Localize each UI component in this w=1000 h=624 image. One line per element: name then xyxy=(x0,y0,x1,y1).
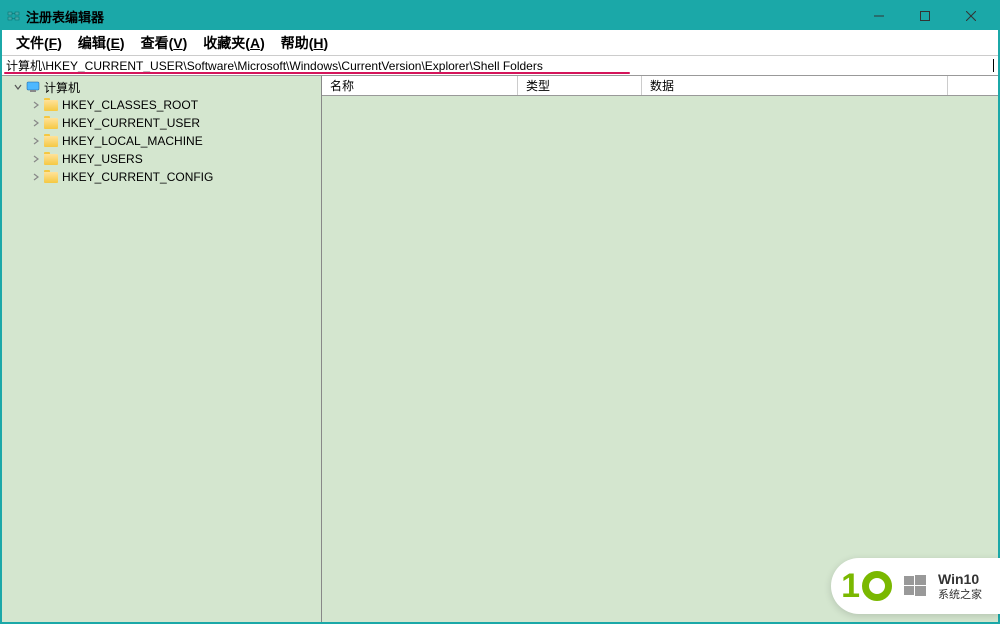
list-panel: 名称 类型 数据 xyxy=(322,76,998,622)
menubar: 文件(F) 编辑(E) 查看(V) 收藏夹(A) 帮助(H) xyxy=(2,30,998,56)
tree-label: HKEY_USERS xyxy=(62,152,143,166)
tree-node-hkcr[interactable]: HKEY_CLASSES_ROOT xyxy=(30,96,321,114)
list-header: 名称 类型 数据 xyxy=(322,76,998,96)
watermark-subtitle: 系统之家 xyxy=(938,588,982,602)
app-icon xyxy=(6,8,22,24)
tree-label: HKEY_CLASSES_ROOT xyxy=(62,98,198,112)
folder-icon xyxy=(44,118,58,129)
tree-node-hku[interactable]: HKEY_USERS xyxy=(30,150,321,168)
highlight-underline xyxy=(4,72,630,74)
watermark: 1 Win10 系统之家 xyxy=(831,558,1000,614)
chevron-right-icon[interactable] xyxy=(30,117,42,129)
tree-label: HKEY_LOCAL_MACHINE xyxy=(62,134,203,148)
titlebar[interactable]: 注册表编辑器 xyxy=(2,2,998,30)
column-name[interactable]: 名称 xyxy=(322,76,518,95)
chevron-right-icon[interactable] xyxy=(30,99,42,111)
tree-node-hklm[interactable]: HKEY_LOCAL_MACHINE xyxy=(30,132,321,150)
maximize-button[interactable] xyxy=(902,2,948,30)
tree-root: 计算机 HKEY_CLASSES_ROOT HKEY_CURRENT_USER xyxy=(2,78,321,186)
watermark-title: Win10 xyxy=(938,570,982,588)
windows-icon xyxy=(902,573,928,599)
minimize-button[interactable] xyxy=(856,2,902,30)
computer-icon xyxy=(26,81,40,93)
watermark-logo: 1 xyxy=(841,567,892,606)
folder-icon xyxy=(44,100,58,111)
logo-one-icon: 1 xyxy=(841,567,860,606)
column-type[interactable]: 类型 xyxy=(518,76,642,95)
menu-favorites[interactable]: 收藏夹(A) xyxy=(195,31,272,55)
watermark-text: Win10 系统之家 xyxy=(938,570,982,602)
window-controls xyxy=(856,2,994,30)
folder-icon xyxy=(44,136,58,147)
menu-file[interactable]: 文件(F) xyxy=(8,31,70,55)
folder-icon xyxy=(44,154,58,165)
tree-node-hkcc[interactable]: HKEY_CURRENT_CONFIG xyxy=(30,168,321,186)
tree-panel[interactable]: 计算机 HKEY_CLASSES_ROOT HKEY_CURRENT_USER xyxy=(2,76,322,622)
tree-label-computer: 计算机 xyxy=(44,79,80,96)
menu-help[interactable]: 帮助(H) xyxy=(273,31,336,55)
chevron-right-icon[interactable] xyxy=(30,153,42,165)
tree-label: HKEY_CURRENT_USER xyxy=(62,116,200,130)
text-cursor xyxy=(993,59,994,72)
content-area: 计算机 HKEY_CLASSES_ROOT HKEY_CURRENT_USER xyxy=(2,76,998,622)
tree-children: HKEY_CLASSES_ROOT HKEY_CURRENT_USER HKEY… xyxy=(12,96,321,186)
window-title: 注册表编辑器 xyxy=(26,7,856,26)
menu-view[interactable]: 查看(V) xyxy=(133,31,196,55)
column-data[interactable]: 数据 xyxy=(642,76,948,95)
address-bar[interactable]: 计算机\HKEY_CURRENT_USER\Software\Microsoft… xyxy=(2,56,998,76)
chevron-right-icon[interactable] xyxy=(30,135,42,147)
folder-icon xyxy=(44,172,58,183)
column-spacer xyxy=(948,76,998,95)
close-button[interactable] xyxy=(948,2,994,30)
tree-node-hkcu[interactable]: HKEY_CURRENT_USER xyxy=(30,114,321,132)
tree-node-computer[interactable]: 计算机 xyxy=(12,78,321,96)
registry-editor-window: 注册表编辑器 文件(F) 编辑(E) 查看(V) 收藏夹(A) 帮助(H) 计算… xyxy=(0,0,1000,624)
menu-edit[interactable]: 编辑(E) xyxy=(70,31,133,55)
tree-label: HKEY_CURRENT_CONFIG xyxy=(62,170,213,184)
logo-zero-icon xyxy=(862,571,892,601)
chevron-down-icon[interactable] xyxy=(12,81,24,93)
chevron-right-icon[interactable] xyxy=(30,171,42,183)
list-body[interactable] xyxy=(322,96,998,622)
